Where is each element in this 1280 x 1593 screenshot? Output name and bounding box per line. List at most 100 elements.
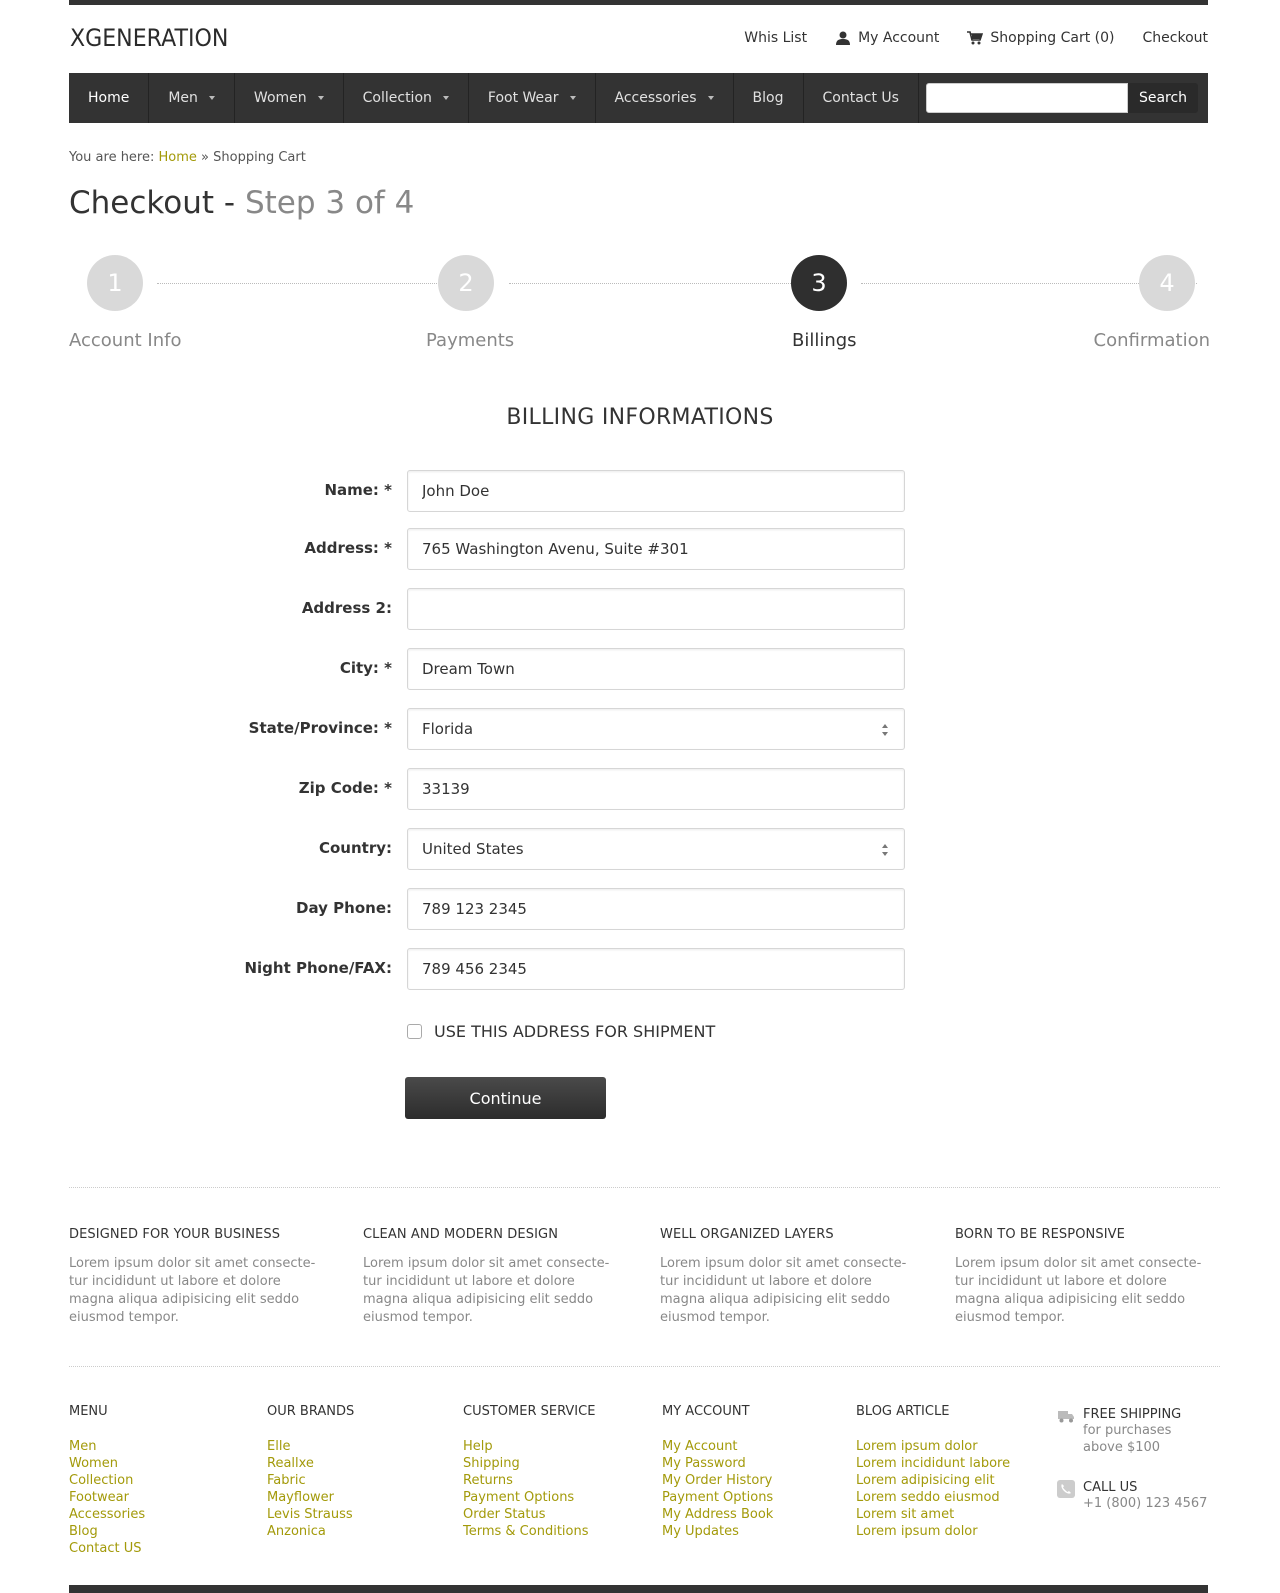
name-input[interactable] — [407, 470, 905, 512]
footer-link[interactable]: Payment Options — [463, 1489, 595, 1506]
footer-link[interactable]: Payment Options — [662, 1489, 773, 1506]
footer-link[interactable]: Anzonica — [267, 1523, 354, 1540]
day-phone-row: Day Phone: — [0, 888, 1280, 930]
day-phone-input[interactable] — [407, 888, 905, 930]
footer-link[interactable]: Women — [69, 1455, 145, 1472]
night-phone-row: Night Phone/FAX: — [0, 948, 1280, 990]
breadcrumb-home-link[interactable]: Home — [159, 150, 197, 165]
footer-link[interactable]: My Password — [662, 1455, 773, 1472]
nav-search: Search — [926, 73, 1208, 123]
footer-brands: OUR BRANDS Elle Reallxe Fabric Mayflower… — [267, 1404, 354, 1540]
footer-link[interactable]: Shipping — [463, 1455, 595, 1472]
nav-blog[interactable]: Blog — [734, 73, 804, 123]
footer-link[interactable]: Lorem ipsum dolor — [856, 1523, 1010, 1540]
footer-link[interactable]: Fabric — [267, 1472, 354, 1489]
footer-link[interactable]: Men — [69, 1438, 145, 1455]
search-button[interactable]: Search — [1128, 83, 1198, 113]
free-shipping-title: FREE SHIPPING — [1083, 1407, 1182, 1422]
nav-accessories-label: Accessories — [614, 90, 697, 106]
checkout-label: Checkout — [1142, 30, 1209, 46]
country-label: Country: — [318, 839, 392, 857]
caret-down-icon — [442, 96, 449, 100]
shopping-cart-link[interactable]: Shopping Cart (0) — [967, 30, 1115, 46]
footer-link[interactable]: My Address Book — [662, 1506, 773, 1523]
footer-link[interactable]: Terms & Conditions — [463, 1523, 595, 1540]
phone-icon — [1057, 1480, 1075, 1498]
feature-text: Lorem ipsum dolor sit amet consecte-tur … — [363, 1256, 610, 1325]
address-row: Address: * — [0, 528, 1280, 570]
caret-down-icon — [317, 96, 324, 100]
nav-home-label: Home — [88, 90, 130, 106]
breadcrumb-separator: » — [201, 150, 210, 165]
nav-contact-label: Contact Us — [822, 90, 899, 106]
address-input[interactable] — [407, 528, 905, 570]
footer-link[interactable]: Footwear — [69, 1489, 145, 1506]
footer-link[interactable]: Blog — [69, 1523, 145, 1540]
footer-link[interactable]: Contact US — [69, 1540, 145, 1557]
footer-link[interactable]: Lorem adipisicing elit — [856, 1472, 1010, 1489]
city-input[interactable] — [407, 648, 905, 690]
checkout-link[interactable]: Checkout — [1143, 30, 1209, 46]
nav-women[interactable]: Women — [235, 73, 344, 123]
feature-block: CLEAN AND MODERN DESIGN Lorem ipsum dolo… — [363, 1227, 623, 1327]
footer-service-title: CUSTOMER SERVICE — [463, 1404, 596, 1419]
footer-link[interactable]: Lorem sit amet — [856, 1506, 1010, 1523]
footer-link[interactable]: Accessories — [69, 1506, 145, 1523]
divider — [69, 1366, 1220, 1367]
nav-accessories[interactable]: Accessories — [596, 73, 734, 123]
state-select[interactable]: Florida — [407, 708, 905, 750]
free-shipping-info: FREE SHIPPING for purchases above $100 — [1057, 1407, 1181, 1456]
footer-link[interactable]: Elle — [267, 1438, 354, 1455]
city-row: City: * — [0, 648, 1280, 690]
city-label: City: * — [339, 659, 392, 677]
step-3-circle[interactable]: 3 — [791, 255, 847, 311]
footer-link[interactable]: My Account — [662, 1438, 773, 1455]
my-account-link[interactable]: My Account — [835, 30, 939, 46]
footer-link[interactable]: Lorem seddo eiusmod — [856, 1489, 1010, 1506]
nav-blog-label: Blog — [752, 90, 784, 106]
step-2-circle[interactable]: 2 — [438, 255, 494, 311]
footer-link[interactable]: Returns — [463, 1472, 595, 1489]
top-links: Whis List My Account Shopping Cart (0) C… — [716, 30, 1208, 46]
call-us-phone: +1 (800) 123 4567 — [1083, 1496, 1208, 1511]
night-phone-input[interactable] — [407, 948, 905, 990]
footer-link[interactable]: Levis Strauss — [267, 1506, 354, 1523]
address2-input[interactable] — [407, 588, 905, 630]
feature-block: BORN TO BE RESPONSIVE Lorem ipsum dolor … — [955, 1227, 1215, 1327]
footer-link[interactable]: My Updates — [662, 1523, 773, 1540]
country-select[interactable]: United States — [407, 828, 905, 870]
breadcrumb-prefix: You are here: — [69, 150, 155, 165]
nav-collection[interactable]: Collection — [344, 73, 469, 123]
shipment-checkbox[interactable] — [407, 1024, 422, 1039]
zip-input[interactable] — [407, 768, 905, 810]
footer-link[interactable]: My Order History — [662, 1472, 773, 1489]
address2-row: Address 2: — [0, 588, 1280, 630]
search-input[interactable] — [926, 83, 1128, 113]
continue-button[interactable]: Continue — [405, 1077, 606, 1119]
step-1-label: Account Info — [69, 330, 182, 351]
footer-menu: MENU Men Women Collection Footwear Acces… — [69, 1404, 145, 1557]
nav-footwear[interactable]: Foot Wear — [469, 73, 596, 123]
footer-link[interactable]: Lorem incididunt labore — [856, 1455, 1010, 1472]
nav-home[interactable]: Home — [69, 73, 150, 123]
step-4-circle[interactable]: 4 — [1139, 255, 1195, 311]
footer-link[interactable]: Lorem ipsum dolor — [856, 1438, 1010, 1455]
footer-link[interactable]: Mayflower — [267, 1489, 354, 1506]
day-phone-label: Day Phone: — [296, 899, 392, 917]
nav-women-label: Women — [253, 90, 307, 106]
shipment-option[interactable]: USE THIS ADDRESS FOR SHIPMENT — [407, 1022, 715, 1041]
footer-link[interactable]: Collection — [69, 1472, 145, 1489]
footer-link[interactable]: Help — [463, 1438, 595, 1455]
step-1-circle[interactable]: 1 — [87, 255, 143, 311]
wishlist-link[interactable]: Whis List — [744, 30, 807, 46]
zip-row: Zip Code: * — [0, 768, 1280, 810]
country-select-value: United States — [422, 840, 524, 858]
user-icon — [836, 31, 851, 45]
page-title: Checkout - Step 3 of 4 — [69, 185, 414, 221]
nav-contact[interactable]: Contact Us — [804, 73, 919, 123]
footer-link[interactable]: Order Status — [463, 1506, 595, 1523]
nav-men[interactable]: Men — [149, 73, 235, 123]
feature-title: WELL ORGANIZED LAYERS — [660, 1227, 834, 1242]
footer-link[interactable]: Reallxe — [267, 1455, 354, 1472]
logo[interactable]: XGENERATION — [70, 24, 228, 52]
